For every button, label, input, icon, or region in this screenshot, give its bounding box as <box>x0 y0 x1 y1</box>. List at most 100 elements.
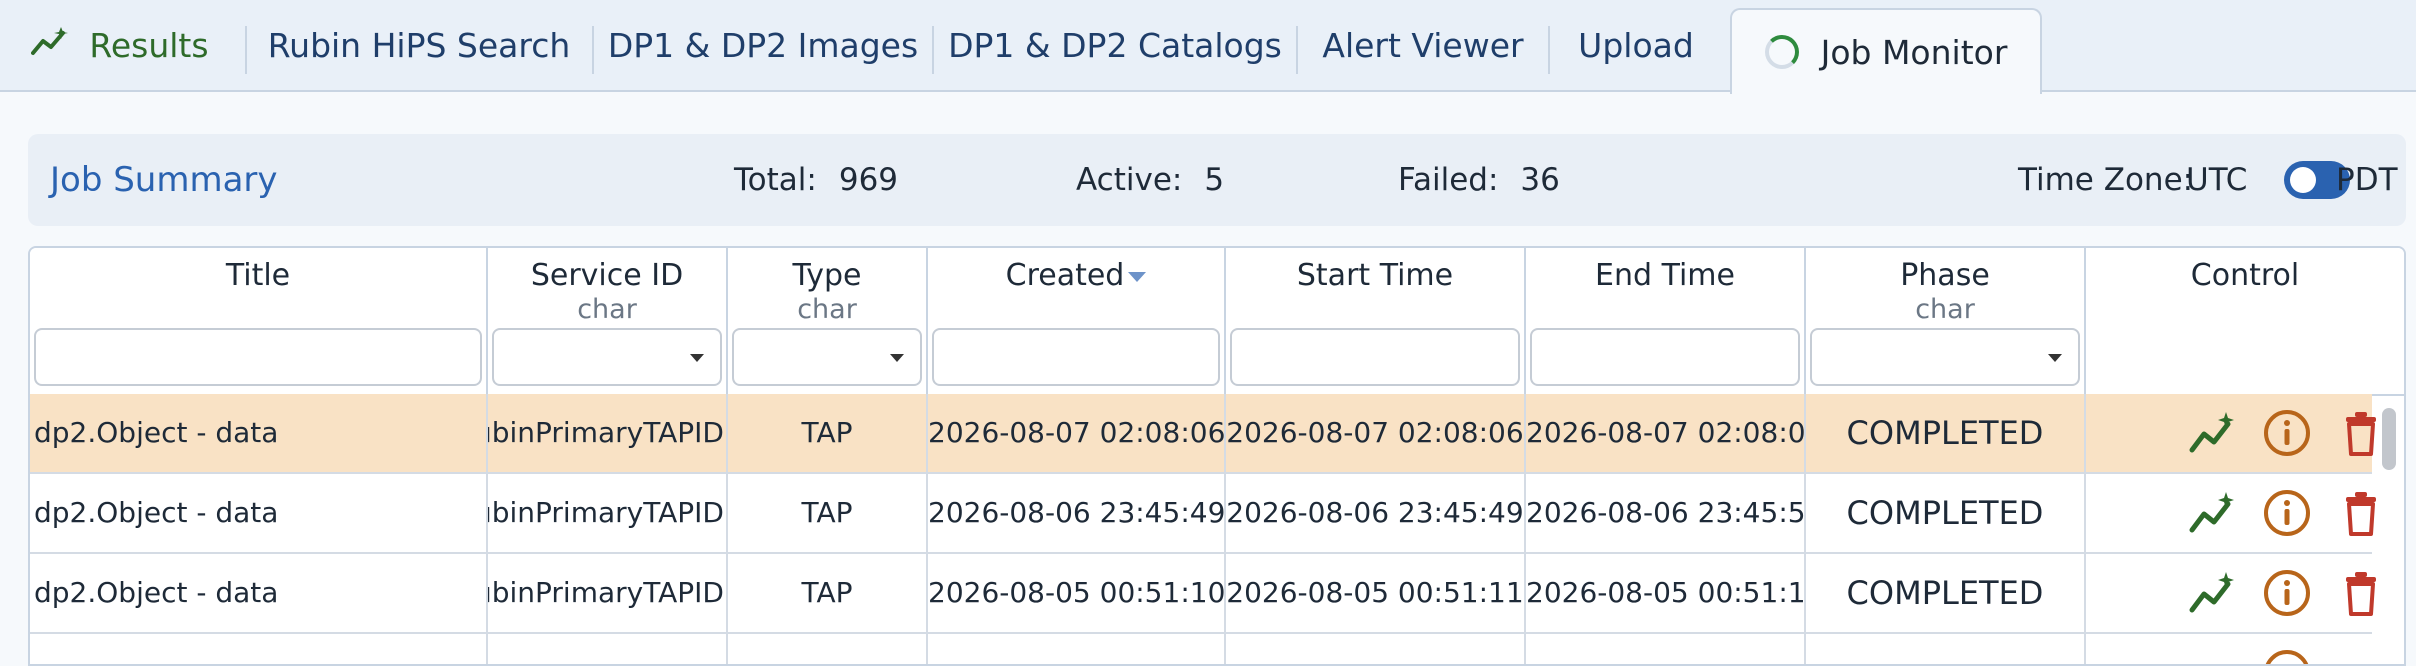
dropdown-caret-icon <box>890 354 904 362</box>
failed-stat: Failed: 36 <box>1398 134 1560 226</box>
cell-created: 2026-08-07 02:08:06 <box>928 394 1226 472</box>
column-end-time-label: End Time <box>1595 258 1735 293</box>
show-results-icon[interactable] <box>2188 568 2238 618</box>
column-phase: Phase char <box>1806 248 2086 394</box>
cell-service-id: RubinPrimaryTAPID <box>488 474 728 552</box>
column-start-time: Start Time <box>1226 248 1526 394</box>
title-filter-input[interactable] <box>34 328 482 386</box>
cell-phase: COMPLETED <box>1806 474 2086 552</box>
tz-pdt-label: PDT <box>2336 162 2398 198</box>
column-service-id-type: char <box>577 294 637 325</box>
tz-utc-label: UTC <box>2186 162 2248 198</box>
total-label: Total: <box>734 162 817 198</box>
show-results-icon[interactable] <box>2188 408 2238 458</box>
table-header: Title Service ID char Type char Created … <box>30 248 2404 396</box>
cell-title: dp2.Object - data <box>30 394 488 472</box>
scrollbar-thumb[interactable] <box>2382 408 2396 470</box>
total-value: 969 <box>838 162 899 198</box>
toggle-knob <box>2290 167 2316 193</box>
column-service-id: Service ID char <box>488 248 728 394</box>
info-icon[interactable] <box>2262 568 2312 618</box>
info-icon[interactable] <box>2262 488 2312 538</box>
cell-created <box>928 634 1226 664</box>
total-stat: Total: 969 <box>734 134 898 226</box>
tab-rubin-hips-search-label: Rubin HiPS Search <box>267 25 571 65</box>
column-end-time: End Time <box>1526 248 1806 394</box>
cell-title: dp2.Object - data <box>30 474 488 552</box>
column-phase-label: Phase <box>1900 258 1990 293</box>
cell-start-time <box>1226 634 1526 664</box>
column-title: Title <box>30 248 488 394</box>
column-service-id-label: Service ID <box>530 258 684 293</box>
results-chart-icon <box>31 25 71 65</box>
cell-type: TAP <box>728 394 928 472</box>
tab-job-monitor[interactable]: Job Monitor <box>1730 8 2042 94</box>
cell-control <box>2086 474 2376 552</box>
type-filter-select[interactable] <box>732 328 922 386</box>
cell-type <box>728 634 928 664</box>
created-filter-input[interactable] <box>932 328 1220 386</box>
cell-type: TAP <box>728 474 928 552</box>
tab-dp1-dp2-images[interactable]: DP1 & DP2 Images <box>594 0 932 90</box>
cell-phase: COMPLETED <box>1806 554 2086 632</box>
cell-service-id <box>488 634 728 664</box>
cell-start-time: 2026-08-06 23:45:49 <box>1226 474 1526 552</box>
table-row[interactable]: dp2.Object - data RubinPrimaryTAPID TAP … <box>30 554 2376 634</box>
active-label: Active: <box>1076 162 1183 198</box>
cell-service-id: RubinPrimaryTAPID <box>488 394 728 472</box>
cell-end-time: 2026-08-07 02:08:09 <box>1526 394 1806 472</box>
cell-title: dp2.Object - data <box>30 554 488 632</box>
job-summary-bar: Job Summary Total: 969 Active: 5 Failed: 36… <box>28 134 2406 226</box>
phase-filter-select[interactable] <box>1810 328 2080 386</box>
spinner-icon <box>1764 35 1799 69</box>
tab-rubin-hips-search[interactable]: Rubin HiPS Search <box>246 0 592 90</box>
cell-end-time: 2026-08-06 23:45:51 <box>1526 474 1806 552</box>
end-time-filter-input[interactable] <box>1530 328 1800 386</box>
table-row[interactable] <box>30 634 2372 664</box>
cell-created: 2026-08-05 00:51:10 <box>928 554 1226 632</box>
show-results-icon[interactable] <box>2188 488 2238 538</box>
active-value: 5 <box>1204 162 1225 198</box>
cell-created: 2026-08-06 23:45:49 <box>928 474 1226 552</box>
cell-end-time: 2026-08-05 00:51:13 <box>1526 554 1806 632</box>
tab-alert-viewer[interactable]: Alert Viewer <box>1298 0 1548 90</box>
tab-job-monitor-label: Job Monitor <box>1820 32 2008 72</box>
column-created-label: Created <box>1005 258 1125 293</box>
active-stat: Active: 5 <box>1076 134 1224 226</box>
tab-dp1-dp2-catalogs-label: DP1 & DP2 Catalogs <box>948 25 1282 65</box>
info-icon[interactable] <box>2262 648 2312 664</box>
column-type-type: char <box>797 294 857 325</box>
cell-control <box>2086 394 2376 472</box>
info-icon[interactable] <box>2262 408 2312 458</box>
cell-end-time <box>1526 634 1806 664</box>
sort-descending-icon <box>1128 271 1147 282</box>
failed-value: 36 <box>1520 162 1560 198</box>
column-created-header: Created <box>928 258 1224 293</box>
cell-phase: COMPLETED <box>1806 394 2086 472</box>
table-row[interactable]: dp2.Object - data RubinPrimaryTAPID TAP … <box>30 474 2376 554</box>
time-zone-label: Time Zone: <box>2018 162 2194 198</box>
tab-alert-viewer-label: Alert Viewer <box>1322 25 1524 65</box>
column-control: Control <box>2086 248 2404 394</box>
tab-upload[interactable]: Upload <box>1550 0 1722 90</box>
start-time-filter-input[interactable] <box>1230 328 1520 386</box>
tab-dp1-dp2-images-label: DP1 & DP2 Images <box>607 25 919 65</box>
dropdown-caret-icon <box>690 354 704 362</box>
cell-phase <box>1806 634 2086 664</box>
cell-start-time: 2026-08-07 02:08:06 <box>1226 394 1526 472</box>
tab-bar: Results Rubin HiPS Search DP1 & DP2 Imag… <box>0 0 2416 94</box>
service-id-filter-select[interactable] <box>492 328 722 386</box>
column-control-label: Control <box>2190 258 2300 293</box>
job-summary-title: Job Summary <box>50 160 278 200</box>
tab-results[interactable]: Results <box>30 0 210 90</box>
table-row[interactable]: dp2.Object - data RubinPrimaryTAPID TAP … <box>30 394 2376 474</box>
tab-dp1-dp2-catalogs[interactable]: DP1 & DP2 Catalogs <box>934 0 1296 90</box>
tab-upload-label: Upload <box>1578 25 1694 65</box>
failed-label: Failed: <box>1398 162 1499 198</box>
column-created[interactable]: Created <box>928 248 1226 394</box>
column-title-label: Title <box>225 258 291 293</box>
cell-service-id: RubinPrimaryTAPID <box>488 554 728 632</box>
tab-results-label: Results <box>89 25 209 65</box>
table-scrollbar[interactable] <box>2376 396 2404 664</box>
job-table: Title Service ID char Type char Created … <box>28 246 2406 666</box>
